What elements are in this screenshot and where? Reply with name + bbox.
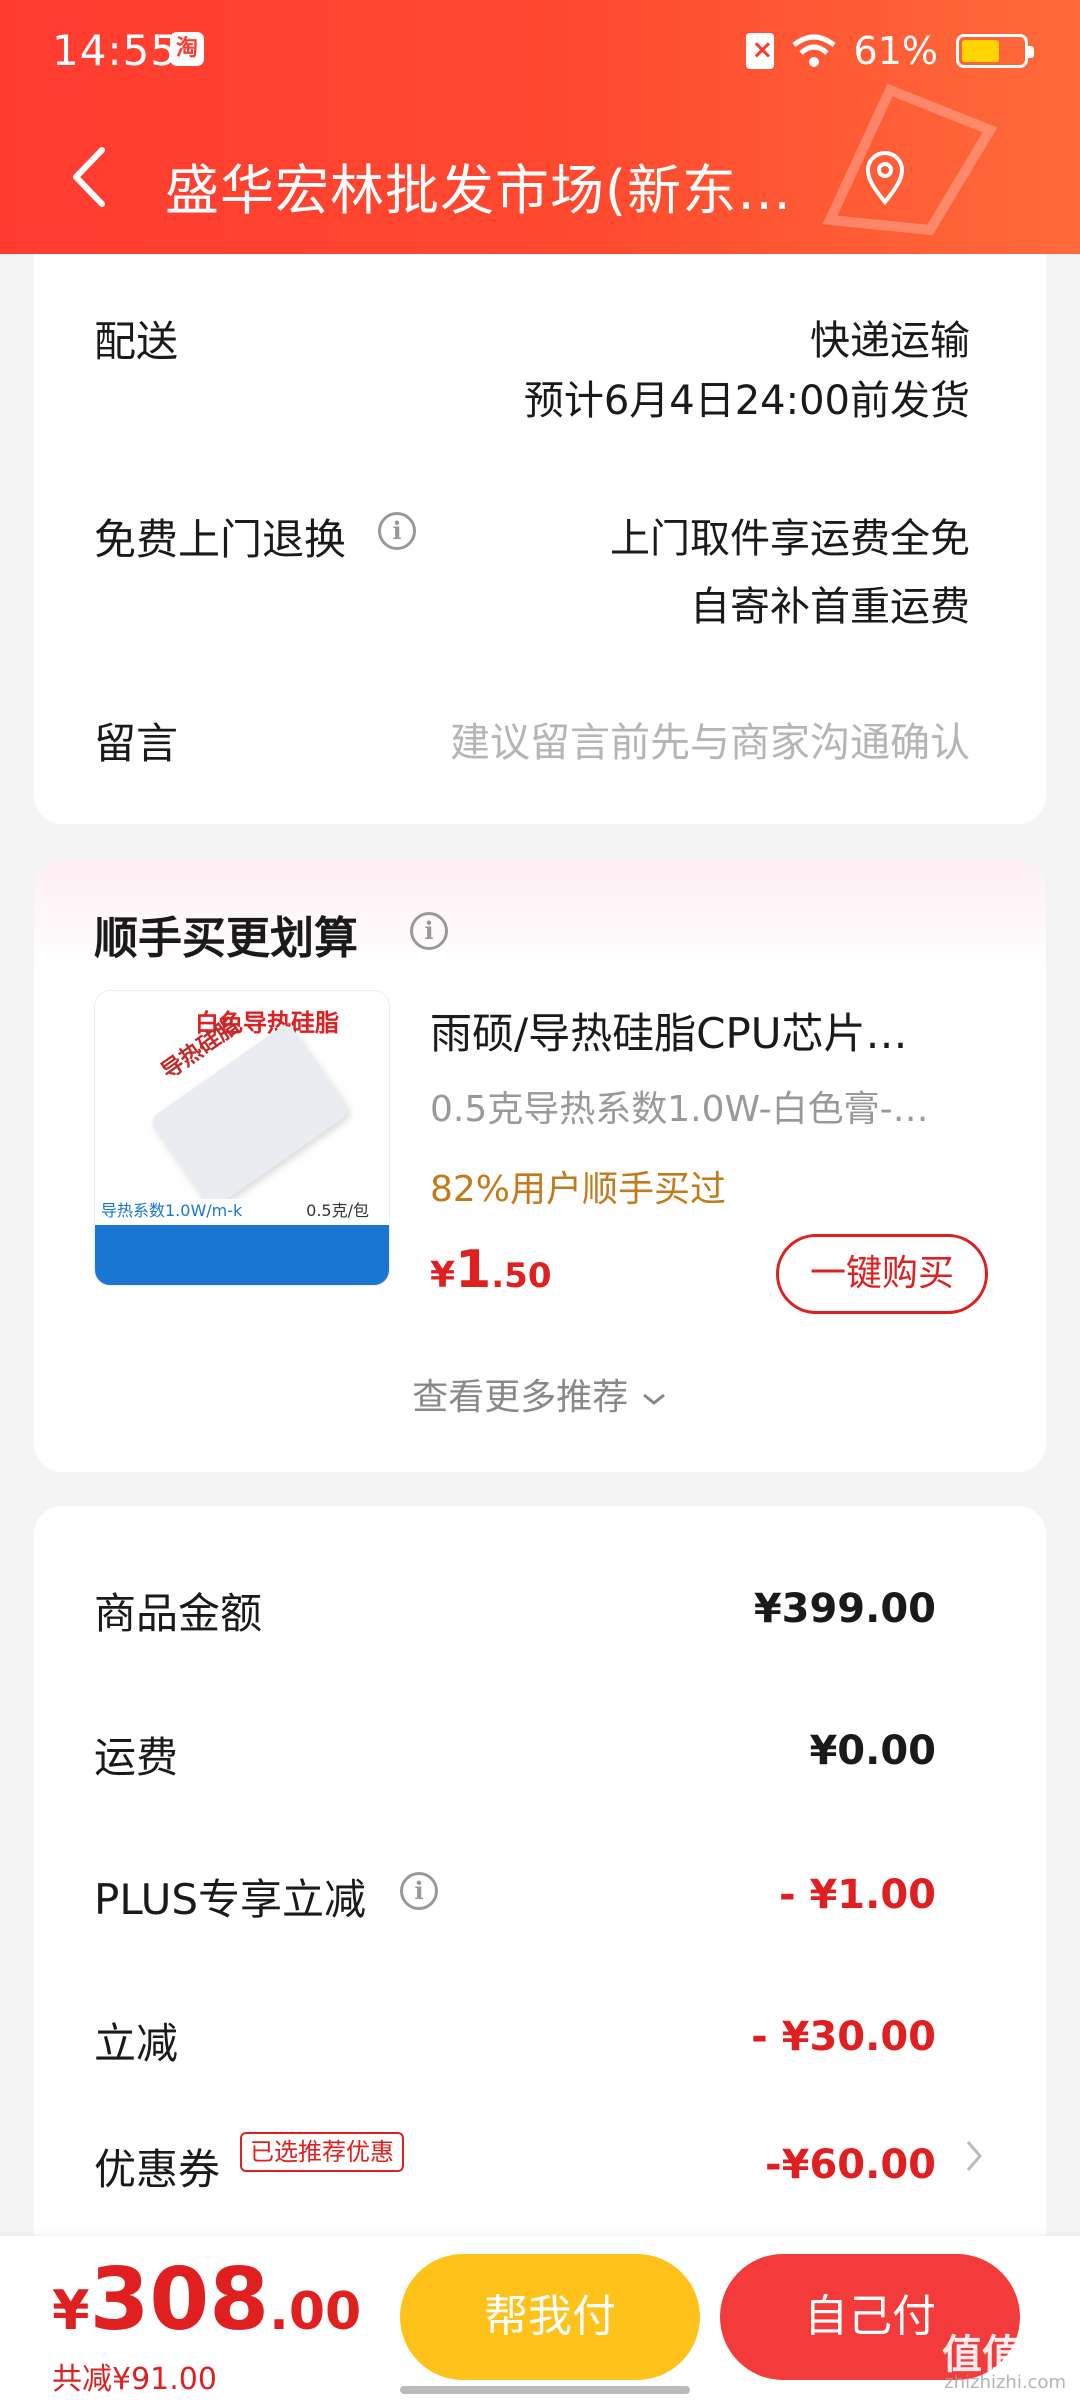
goods-amount-value: ¥399.00 (753, 1586, 936, 1632)
coupon-label: 优惠券 (94, 2145, 221, 2194)
ask-friend-pay-button[interactable]: 帮我付 (400, 2254, 700, 2380)
shipping-eta: 预计6月4日24:00前发货 (523, 378, 970, 424)
info-icon[interactable]: i (378, 512, 416, 550)
goods-amount-label: 商品金额 (94, 1589, 263, 1638)
product-spec[interactable]: 0.5克导热系数1.0W-白色膏-… (430, 1080, 990, 1132)
battery-percentage: 61% (853, 29, 938, 73)
thumb-footer (95, 1225, 389, 1285)
product-price: ¥1.50 (430, 1240, 551, 1300)
back-arrow-icon[interactable] (62, 142, 122, 212)
home-indicator[interactable] (400, 2386, 690, 2394)
plus-discount-value: - ¥1.00 (778, 1872, 936, 1918)
status-bar: 14:55 淘 61% (0, 0, 1080, 100)
taobao-app-icon: 淘 (170, 32, 204, 66)
return-line1: 上门取件享运费全免 (610, 516, 970, 562)
sim-icon (745, 33, 774, 69)
recommend-card: 顺手买更划算 i 白色导热硅脂 导热硅脂 导热系数1.0W/m-k 0.5克/包… (34, 860, 1046, 1472)
return-line2: 自寄补首重运费 (690, 584, 970, 630)
shipping-label: 配送 (94, 317, 179, 366)
total-price: ¥308.00 (52, 2250, 361, 2350)
header: 14:55 淘 61% 盛华宏林批发市场(新东… (0, 0, 1080, 254)
thumb-weight-text: 0.5克/包 (306, 1201, 369, 1220)
coupon-value[interactable]: -¥60.00 (765, 2142, 936, 2188)
freight-label: 运费 (94, 1733, 179, 1782)
more-recommend-link[interactable]: 查看更多推荐 (34, 1368, 1046, 1420)
battery-level (962, 40, 999, 62)
coupon-badge[interactable]: 已选推荐优惠 (240, 2132, 404, 2172)
total-symbol: ¥ (52, 2279, 90, 2342)
return-label: 免费上门退换 (94, 515, 347, 564)
price-summary-card: 商品金额 ¥399.00 运费 ¥0.00 PLUS专享立减 i - ¥1.00… (34, 1506, 1046, 2266)
total-saved: 共减¥91.00 (52, 2362, 217, 2397)
shipping-method[interactable]: 快递运输 (810, 308, 970, 366)
total-dec: .00 (269, 2282, 362, 2342)
product-tip: 82%用户顺手买过 (430, 1169, 727, 1210)
navbar: 盛华宏林批发市场(新东… (0, 120, 1080, 230)
status-right: 61% (745, 26, 1034, 76)
price-dec: .50 (491, 1256, 552, 1296)
location-pin-icon[interactable] (862, 150, 908, 206)
one-click-buy-button[interactable]: 一键购买 (776, 1234, 988, 1314)
status-time: 14:55 (52, 26, 179, 75)
watermark-sub: zhizhizhi.com (944, 2372, 1066, 2393)
freight-value: ¥0.00 (809, 1728, 936, 1774)
instant-discount-value: - ¥30.00 (751, 2014, 936, 2060)
wifi-icon (791, 34, 836, 67)
info-icon[interactable]: i (410, 912, 448, 950)
instant-discount-label: 立减 (94, 2019, 179, 2068)
more-label: 查看更多推荐 (412, 1377, 629, 1418)
thumb-spec-text: 导热系数1.0W/m-k (101, 1201, 243, 1220)
chevron-down-icon (642, 1393, 665, 1405)
price-int: 1 (455, 1240, 492, 1300)
total-int: 308 (89, 2250, 270, 2350)
info-icon[interactable]: i (400, 1872, 438, 1910)
product-name[interactable]: 雨硕/导热硅脂CPU芯片… (430, 1000, 990, 1061)
battery-icon (956, 34, 1034, 68)
message-input[interactable]: 建议留言前先与商家沟通确认 (450, 710, 970, 768)
recommend-title: 顺手买更划算 (94, 913, 358, 964)
page-title: 盛华宏林批发市场(新东… (165, 159, 793, 222)
product-thumbnail[interactable]: 白色导热硅脂 导热硅脂 导热系数1.0W/m-k 0.5克/包 (94, 990, 390, 1286)
price-symbol: ¥ (430, 1255, 456, 1296)
plus-discount-label: PLUS专享立减 (94, 1875, 367, 1924)
chevron-right-icon[interactable] (964, 2138, 984, 2174)
message-label: 留言 (94, 719, 179, 768)
bottom-bar: ¥308.00 共减¥91.00 帮我付 自己付 值值值 zhizhizhi.c… (0, 2236, 1080, 2400)
